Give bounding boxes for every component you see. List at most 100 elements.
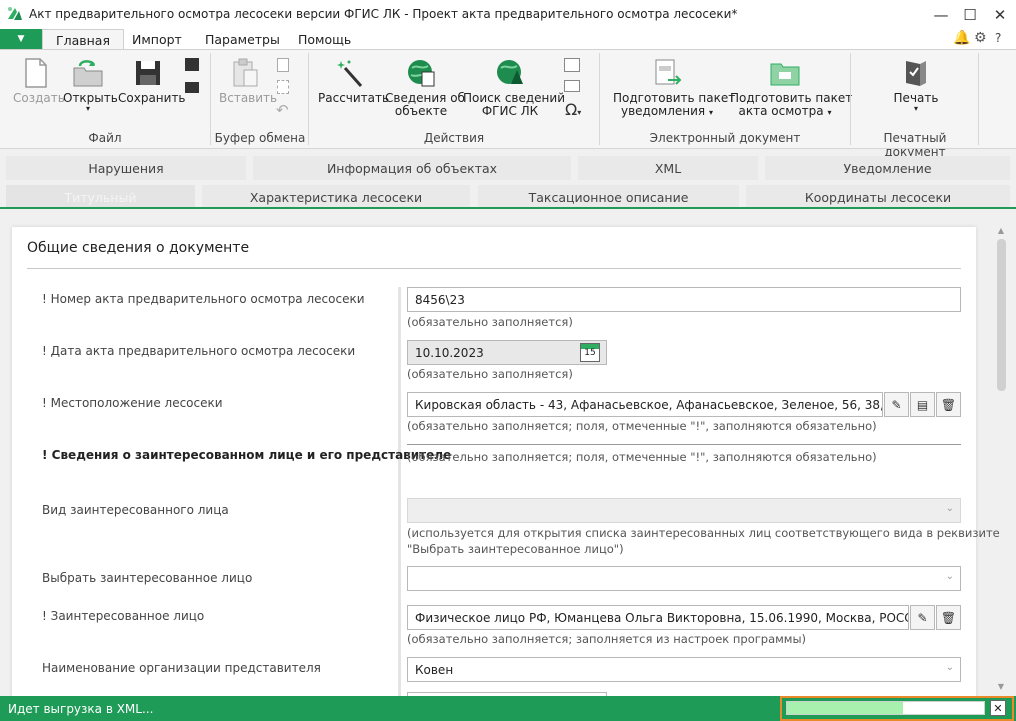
save-as-icon[interactable]	[185, 58, 199, 71]
act-number-hint: (обязательно заполняется)	[407, 315, 573, 329]
person-type-select[interactable]: ⌄	[407, 498, 961, 523]
progress-bar-fill	[787, 702, 903, 714]
scroll-down-arrow[interactable]: ▼	[995, 682, 1007, 691]
help-question-icon[interactable]: ?	[995, 31, 1001, 45]
delete-person-button[interactable]: 🗑	[936, 605, 961, 630]
copy-icon[interactable]	[277, 58, 289, 72]
magic-wand-icon	[337, 60, 363, 87]
subtab-plot-characteristics[interactable]: Характеристика лесосеки	[202, 185, 470, 209]
location-hint: (обязательно заполняется; поля, отмеченн…	[407, 419, 877, 433]
app-icon	[8, 7, 22, 20]
special-symbol-button[interactable]: Ω▾	[565, 100, 581, 119]
scrollbar-thumb[interactable]	[997, 239, 1006, 391]
rep-org-label: Наименование организации представителя	[42, 661, 321, 675]
scroll-up-arrow[interactable]: ▲	[995, 226, 1007, 235]
table-icon[interactable]	[564, 58, 580, 72]
group-file-label: Файл	[88, 131, 122, 145]
print-button[interactable]: Печать ▾	[884, 58, 948, 113]
folder-dark-icon[interactable]	[185, 82, 199, 93]
omega-icon: Ω	[565, 100, 578, 119]
new-document-icon	[25, 58, 47, 88]
paste-button[interactable]: Вставить	[219, 58, 277, 105]
close-window-button[interactable]: ✕	[985, 0, 1015, 29]
trash-icon: 🗑	[940, 610, 957, 625]
section-divider	[27, 268, 961, 269]
window-title: Акт предварительного осмотра лесосеки ве…	[29, 7, 738, 21]
cut-icon[interactable]	[277, 80, 289, 94]
section-title: Общие сведения о документе	[27, 240, 250, 256]
delete-location-button[interactable]: 🗑	[936, 392, 961, 417]
edit-person-button[interactable]: ✎	[910, 605, 935, 630]
green-folder-icon	[770, 63, 800, 86]
undo-icon[interactable]: ↶	[276, 101, 289, 119]
globe-tree-icon	[497, 60, 523, 84]
notification-bell-icon[interactable]: 🔔	[953, 30, 970, 46]
calculate-button[interactable]: Рассчитать	[318, 58, 389, 105]
globe-document-icon	[408, 60, 435, 87]
save-button[interactable]: Сохранить	[118, 58, 186, 105]
section-underline	[407, 444, 961, 445]
status-text: Идет выгрузка в XML...	[8, 702, 154, 716]
location-input[interactable]: Кировская область - 43, Афанасьевское, А…	[407, 392, 883, 417]
settings-gear-icon[interactable]: ⚙	[974, 30, 987, 46]
choose-person-select[interactable]: ⌄	[407, 566, 961, 591]
interested-section-hint: (обязательно заполняется; поля, отмеченн…	[407, 450, 877, 464]
rep-org-select[interactable]: Ковен ⌄	[407, 657, 961, 682]
chevron-down-icon: ⌄	[945, 503, 954, 514]
prepare-act-package-button[interactable]: Подготовить пакет акта осмотра ▾	[730, 58, 852, 119]
subtab-plot-coordinates[interactable]: Координаты лесосеки	[746, 185, 1010, 209]
pencil-icon: ✎	[891, 397, 902, 412]
edit-location-button[interactable]: ✎	[884, 392, 909, 417]
clipboard-icon	[233, 58, 258, 87]
subtab-xml[interactable]: XML	[578, 156, 758, 180]
interested-section-label: ! Сведения о заинтересованном лице и его…	[42, 448, 452, 462]
group-clipboard-label: Буфер обмена	[214, 131, 306, 145]
object-info-button[interactable]: Сведения об объекте	[385, 58, 465, 118]
tab-parameters[interactable]: Параметры	[192, 29, 293, 50]
person-type-hint: (используется для открытия списка заинте…	[407, 526, 1000, 556]
select-location-button[interactable]: ▤	[910, 392, 935, 417]
location-label: ! Местоположение лесосеки	[42, 396, 223, 410]
open-folder-icon	[73, 60, 103, 87]
group-edoc-label: Электронный документ	[649, 131, 801, 145]
minimize-button[interactable]: —	[926, 0, 956, 29]
xml-document-icon	[655, 59, 682, 85]
file-menu-button[interactable]: ▼	[0, 29, 42, 49]
create-button[interactable]: Создать	[13, 58, 65, 105]
person-type-label: Вид заинтересованного лица	[42, 503, 229, 517]
export-icon[interactable]	[564, 80, 580, 92]
person-label: ! Заинтересованное лицо	[42, 609, 205, 623]
tab-import[interactable]: Импорт	[119, 29, 195, 50]
cancel-export-button[interactable]: ✕	[990, 700, 1006, 716]
person-input[interactable]: Физическое лицо РФ, Юманцева Ольга Викто…	[407, 605, 909, 630]
fgis-search-button[interactable]: Поиск сведений ФГИС ЛК	[463, 58, 565, 118]
trash-icon: 🗑	[940, 397, 957, 412]
print-document-icon	[906, 61, 926, 86]
chevron-down-icon: ⌄	[945, 571, 954, 582]
prepare-notice-package-button[interactable]: Подготовить пакет уведомления ▾	[613, 58, 735, 119]
act-date-label: ! Дата акта предварительного осмотра лес…	[42, 344, 356, 358]
group-print-label: Печатный документ	[883, 131, 947, 159]
subtab-notification[interactable]: Уведомление	[765, 156, 1010, 180]
subtab-violations[interactable]: Нарушения	[6, 156, 246, 180]
subtab-objects-info[interactable]: Информация об объектах	[253, 156, 571, 180]
calendar-icon[interactable]: 15	[580, 343, 600, 362]
act-date-input[interactable]: 10.10.2023	[407, 340, 607, 365]
act-number-input[interactable]: 8456\23	[407, 287, 961, 312]
chevron-down-icon: ⌄	[945, 662, 954, 673]
tab-home[interactable]: Главная	[42, 29, 124, 50]
window-select-icon: ▤	[916, 397, 929, 412]
tab-help[interactable]: Помощь	[285, 29, 364, 50]
maximize-button[interactable]: ☐	[955, 0, 985, 29]
person-hint: (обязательно заполняется; заполняется из…	[407, 632, 807, 646]
open-button[interactable]: Открыть ▾	[63, 58, 118, 113]
group-actions-label: Действия	[423, 131, 485, 145]
choose-person-label: Выбрать заинтересованное лицо	[42, 571, 253, 585]
subtab-title-page[interactable]: Титульный	[6, 185, 195, 209]
column-divider	[398, 287, 401, 696]
subtab-taxation-description[interactable]: Таксационное описание	[478, 185, 739, 209]
act-number-label: ! Номер акта предварительного осмотра ле…	[42, 292, 365, 306]
ribbon-separator	[978, 53, 979, 145]
floppy-disk-icon	[136, 61, 160, 85]
pencil-icon: ✎	[917, 610, 928, 625]
